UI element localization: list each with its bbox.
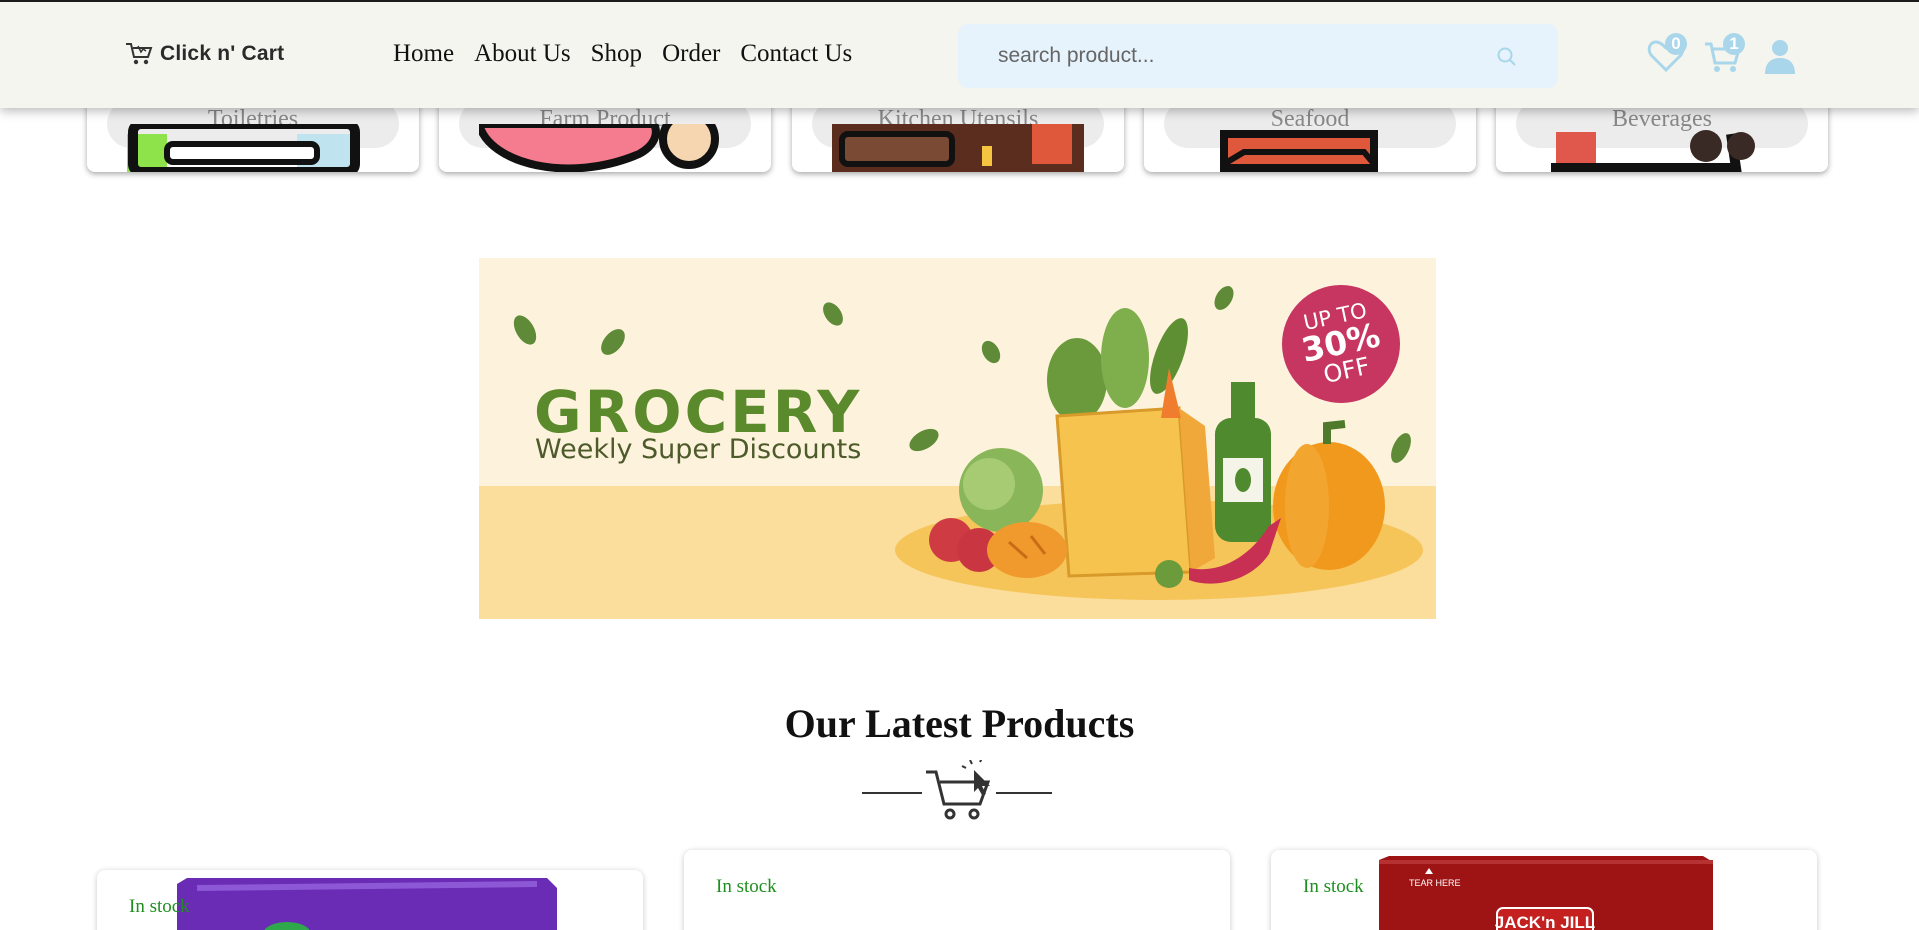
search-icon[interactable] [1496,46,1518,68]
latest-products-title: Our Latest Products [784,701,1135,746]
shopping-cart-divider-icon [862,760,1052,820]
kitchen-utensils-icon [832,124,1084,172]
wishlist-count-badge: 0 [1665,33,1687,55]
product-brand-text: JACK'n JILL [1495,913,1595,930]
product-card[interactable]: In stock [684,850,1230,930]
stock-status: In stock [1303,876,1364,897]
stock-status: In stock [129,896,190,917]
farm-product-icon [479,124,719,172]
logo-text: Click n' Cart [160,42,285,65]
logo[interactable]: Click n' Cart [124,40,284,68]
product-image: TEAR HERE JACK'n JILL [1379,856,1713,930]
tear-here-text: TEAR HERE [1409,878,1461,888]
search-bar [958,24,1558,88]
nav-contact-us[interactable]: Contact Us [740,40,852,68]
product-card[interactable]: In stock TEAR HERE JACK'n JILL [1271,850,1817,930]
stock-status: In stock [716,876,777,897]
nav-home[interactable]: Home [393,40,454,68]
promo-banner[interactable]: GROCERY Weekly Super Discounts UP TO 30%… [479,258,1436,619]
product-card[interactable]: In stock [97,870,643,930]
toiletries-icon [127,124,360,172]
beverages-icon [1551,130,1755,172]
nav-about-us[interactable]: About Us [474,40,571,68]
logo-cart-icon [126,43,153,65]
nav-shop[interactable]: Shop [591,40,642,68]
site-header: Click n' Cart Home About Us Shop Order C… [0,0,1919,108]
cart-count-badge: 1 [1723,33,1745,55]
search-input[interactable] [998,44,1498,68]
seafood-icon [1220,130,1378,172]
main-nav: Home About Us Shop Order Contact Us [393,40,852,68]
banner-subtitle: Weekly Super Discounts [535,434,862,465]
product-image [177,878,557,930]
user-account-icon[interactable] [1760,36,1800,76]
nav-order[interactable]: Order [662,40,720,68]
